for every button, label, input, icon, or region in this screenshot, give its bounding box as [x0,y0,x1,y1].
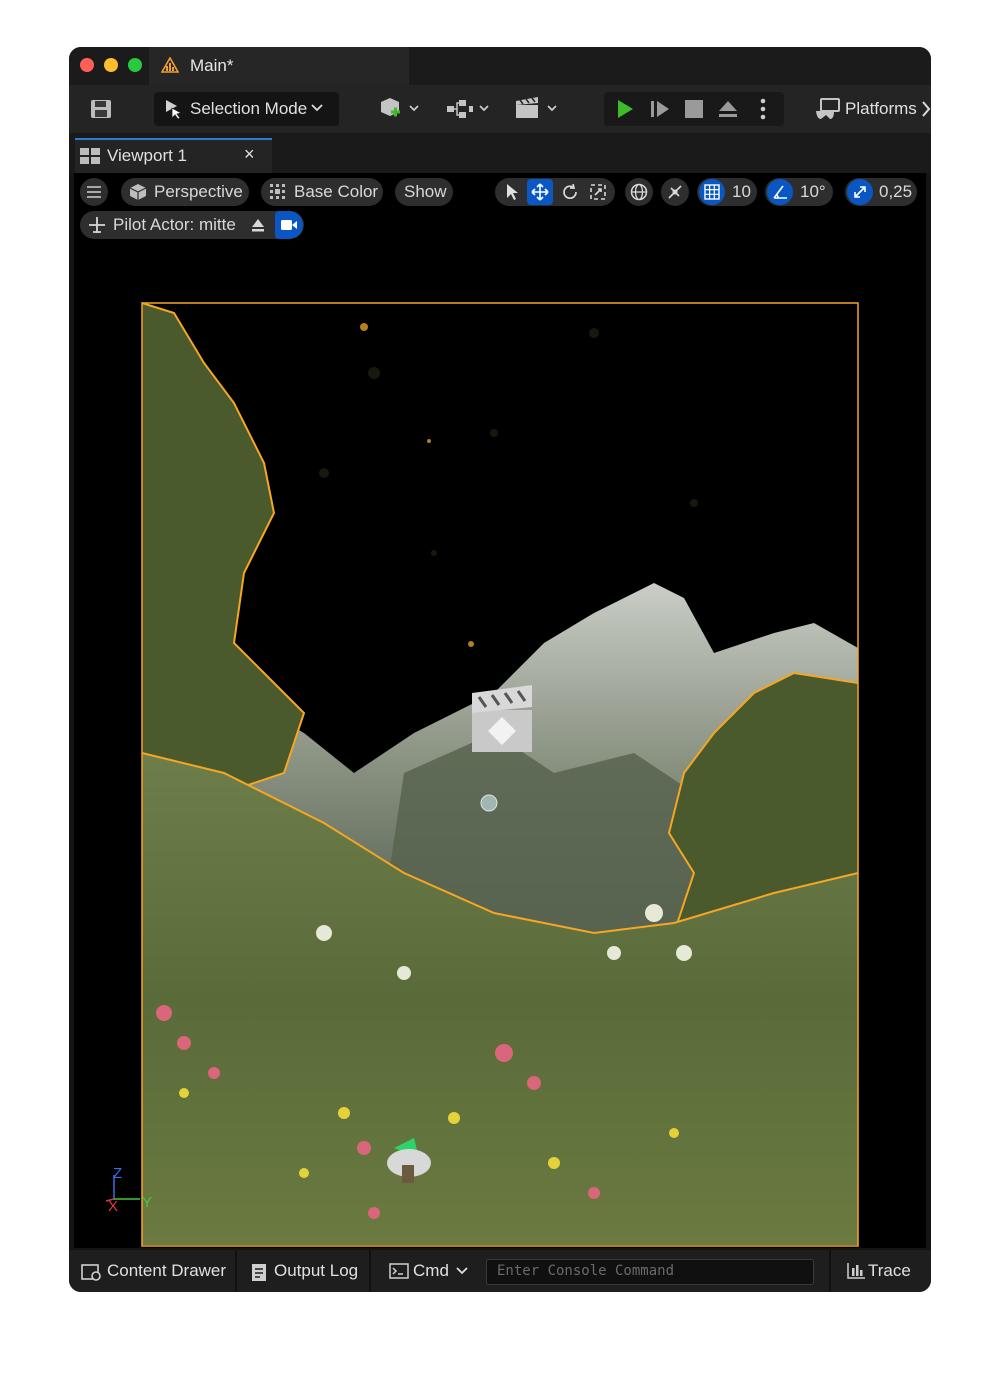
close-tab-button[interactable]: × [244,144,255,165]
axis-y-label: Y [142,1194,153,1211]
save-icon[interactable] [87,96,115,122]
angle-icon [767,179,793,205]
coordinate-system-button[interactable] [625,178,653,206]
cmd-label: Cmd [413,1261,449,1280]
scene-render [141,302,859,1247]
grid-icon [699,179,725,205]
surface-snap-icon [666,183,684,201]
perspective-dropdown[interactable]: Perspective [121,178,249,206]
platforms-button[interactable]: Platforms [804,92,931,126]
trace-icon [845,1262,867,1280]
select-tool-icon[interactable] [503,183,521,201]
surface-snap-button[interactable] [661,178,689,206]
viewport-options-button[interactable] [80,178,108,206]
axis-z-label: Z [113,1165,123,1182]
tab-viewport-1[interactable]: Viewport 1 × [75,138,272,175]
view-mode-icon [269,183,287,201]
scale-snap-icon [847,179,873,205]
window-title: Main* [190,56,234,75]
perspective-label: Perspective [154,182,243,201]
platforms-icon [814,97,842,123]
rotation-snap-toggle[interactable]: 10° [765,178,833,206]
chevron-right-icon [921,100,931,118]
scale-snap-toggle[interactable]: 0,25 [845,178,917,206]
transform-tools-group [495,178,615,206]
axis-x-label: X [108,1198,119,1215]
eject-icon[interactable] [716,98,740,120]
output-log-label: Output Log [274,1261,359,1280]
viewport-tab-label: Viewport 1 [107,146,188,165]
globe-icon [630,183,648,201]
scale-snap-value: 0,25 [879,182,913,201]
view-mode-dropdown[interactable]: Base Color [261,178,383,206]
chevron-down-icon [310,101,324,115]
stop-icon[interactable] [684,99,704,119]
viewport-tab-strip: Viewport 1 × [69,133,931,175]
pilot-airplane-icon [88,216,106,234]
advance-frame-icon[interactable] [648,98,672,120]
level-tab[interactable] [149,47,409,85]
play-controls-group [604,92,784,126]
grid-snap-toggle[interactable]: 10 [697,178,757,206]
pilot-actor-label: Pilot Actor: mitte [113,215,236,234]
more-options-icon[interactable] [756,97,770,121]
chevron-down-icon [455,1265,469,1277]
zoom-window-button[interactable] [128,58,142,72]
editor-window: Main* Selection Mode Platforms Viewport … [69,47,931,1292]
trace-label: Trace [868,1261,911,1280]
main-toolbar: Selection Mode Platforms [69,85,931,133]
selection-mode-dropdown[interactable]: Selection Mode [154,92,339,126]
blueprint-button[interactable] [445,95,491,123]
camera-lock-icon[interactable] [275,211,303,239]
show-dropdown[interactable]: Show [395,178,453,206]
play-icon[interactable] [614,98,636,120]
minimize-window-button[interactable] [104,58,118,72]
output-log-button[interactable]: Output Log [237,1250,369,1292]
add-actor-button[interactable] [377,95,421,123]
show-label: Show [404,182,447,201]
title-bar: Main* [69,47,931,85]
eject-pilot-icon[interactable] [247,216,269,234]
selection-mode-icon [162,97,184,121]
unreal-level-icon [161,57,179,73]
console-command-input[interactable]: Enter Console Command [486,1259,814,1285]
status-bar: Content Drawer Output Log Cmd Enter Cons… [69,1250,931,1292]
platforms-label: Platforms [845,99,917,118]
output-log-icon [249,1261,269,1283]
cube-icon [129,183,147,201]
rotation-snap-value: 10° [800,182,826,201]
cmd-dropdown[interactable]: Cmd [371,1250,483,1292]
content-drawer-button[interactable]: Content Drawer [69,1250,235,1292]
view-mode-label: Base Color [294,182,379,201]
hamburger-menu-icon [86,184,102,200]
scale-tool-icon[interactable] [589,183,607,201]
translate-tool-icon[interactable] [527,179,553,205]
console-placeholder: Enter Console Command [497,1263,675,1279]
cinematics-button[interactable] [513,95,559,123]
grid-snap-value: 10 [732,182,751,201]
terminal-icon [388,1262,410,1280]
pilot-actor-bar: Pilot Actor: mitte [80,211,304,239]
close-window-button[interactable] [80,58,94,72]
selection-mode-label: Selection Mode [190,99,308,118]
level-viewport[interactable]: Perspective Base Color Show 10 10° 0,25 … [74,173,926,1248]
rotate-tool-icon[interactable] [561,183,579,201]
trace-button[interactable]: Trace [831,1250,931,1292]
content-drawer-label: Content Drawer [107,1261,227,1280]
viewport-layout-icon [80,147,100,165]
content-drawer-icon [81,1262,103,1282]
